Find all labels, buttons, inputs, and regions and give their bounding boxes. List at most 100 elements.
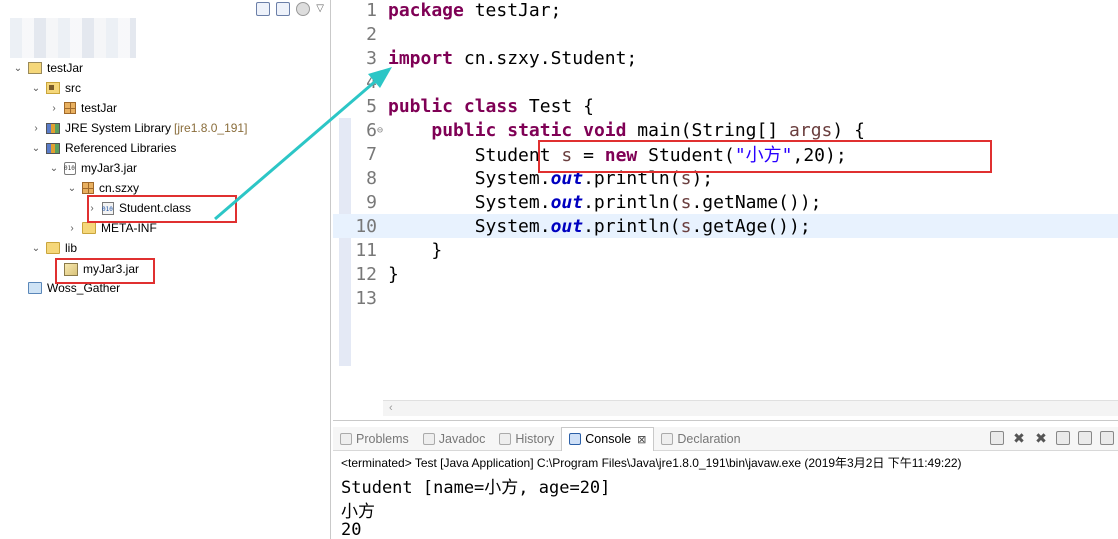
tree-item-decoration: [jre1.8.0_191] [174, 121, 248, 135]
tab-problems[interactable]: Problems [333, 428, 416, 450]
code-line[interactable]: 6 ⊖ public static void main(String[] args… [333, 118, 1118, 142]
line-number: 5 [366, 95, 377, 117]
clear-console-icon[interactable] [1100, 431, 1114, 445]
code-line[interactable]: 3 import cn.szxy.Student; [333, 46, 1118, 70]
tree-item-jre-library[interactable]: › JRE System Library [jre1.8.0_191] [30, 118, 247, 138]
tree-item-referenced-libraries[interactable]: ⌄ Referenced Libraries [30, 138, 177, 158]
line-number: 10 [355, 215, 377, 237]
link-with-editor-icon[interactable] [276, 2, 291, 16]
expand-toggle-icon[interactable]: ⌄ [30, 83, 42, 94]
folder-icon [82, 222, 96, 234]
line-number: 11 [355, 239, 377, 261]
tree-item-package-testjar[interactable]: › testJar [48, 98, 117, 118]
code-line[interactable]: 11 } [333, 238, 1118, 262]
focus-active-task-icon[interactable] [296, 2, 311, 16]
history-icon [499, 432, 512, 445]
expand-toggle-icon[interactable]: ⌄ [30, 243, 42, 254]
line-number: 3 [366, 47, 377, 69]
line-number: 1 [366, 0, 377, 21]
expand-toggle-icon[interactable]: › [48, 103, 60, 114]
tree-item-label: JRE System Library [65, 121, 172, 135]
console-icon [569, 433, 582, 445]
tree-item-label: myJar3.jar [83, 262, 140, 276]
close-tab-icon[interactable]: ⊠ [637, 433, 646, 446]
code-line[interactable]: 7 Student s = new Student("小方",20); [333, 142, 1118, 167]
tree-item-myjar3[interactable]: ⌄ myJar3.jar [48, 158, 137, 178]
line-number: 12 [355, 263, 377, 285]
tab-javadoc[interactable]: Javadoc [416, 428, 493, 450]
word-wrap-icon[interactable] [1078, 431, 1092, 445]
expand-toggle-icon[interactable]: ⌄ [30, 143, 42, 154]
tree-item-meta-inf[interactable]: › META-INF [66, 218, 157, 238]
tree-item-label: Referenced Libraries [65, 141, 177, 155]
jar-icon [64, 161, 76, 175]
class-file-icon [102, 201, 114, 215]
console-status-line: <terminated> Test [Java Application] C:\… [341, 456, 962, 470]
tree-item-label: myJar3.jar [81, 161, 138, 175]
code-line-current[interactable]: 10 System.out.println(s.getAge()); [333, 214, 1118, 238]
collapse-all-icon[interactable] [256, 2, 271, 16]
code-line[interactable]: 5 public class Test { [333, 94, 1118, 118]
tree-item-lib-myjar3[interactable]: myJar3.jar [48, 259, 139, 279]
console-output-line: Student [name=小方, age=20] [341, 478, 611, 498]
tree-item-src[interactable]: ⌄ src [30, 78, 81, 98]
tree-item-student-class[interactable]: › Student.class [86, 198, 191, 218]
console-output-line: 小方 [341, 502, 375, 522]
tab-console[interactable]: Console ⊠ [561, 426, 655, 451]
expand-toggle-icon[interactable]: ⌄ [12, 63, 24, 74]
tree-item-label: testJar [47, 61, 84, 75]
tree-item-label: cn.szxy [99, 181, 140, 195]
tree-item-label: lib [65, 241, 78, 255]
tab-history[interactable]: History [492, 428, 561, 450]
code-editor[interactable]: 1 package testJar; 2 3 import cn.szxy.St… [333, 0, 1118, 420]
project-folder-icon [28, 62, 42, 74]
code-line[interactable]: 8 System.out.println(s); [333, 166, 1118, 190]
source-folder-icon [46, 82, 60, 94]
terminate-icon[interactable] [990, 431, 1004, 445]
working-set-icon [28, 282, 42, 294]
fold-collapse-icon[interactable]: ⊖ [377, 125, 387, 136]
console-view: Problems Javadoc History Console ⊠ Declar… [333, 420, 1118, 539]
code-line[interactable]: 12 } [333, 262, 1118, 286]
tree-item-lib[interactable]: ⌄ lib [30, 238, 77, 258]
tree-item-label: Student.class [119, 201, 192, 215]
code-line[interactable]: 4 [333, 70, 1118, 94]
console-output-line: 20 [341, 520, 362, 539]
expand-toggle-icon[interactable]: › [66, 223, 78, 234]
horizontal-scrollbar[interactable]: ‹ [383, 400, 1118, 416]
line-number: 13 [355, 287, 377, 309]
code-line[interactable]: 1 package testJar; [333, 0, 1118, 22]
library-icon [46, 142, 60, 154]
expand-toggle-icon[interactable]: › [30, 123, 42, 134]
line-number: 9 [366, 191, 377, 213]
code-line[interactable]: 13 [333, 286, 1118, 310]
tree-item-woss-gather[interactable]: Woss_Gather [12, 278, 120, 298]
tree-item-project[interactable]: ⌄ testJar [12, 58, 83, 78]
tree-item-label: META-INF [101, 221, 157, 235]
code-line[interactable]: 2 [333, 22, 1118, 46]
scroll-lock-icon[interactable] [1056, 431, 1070, 445]
tab-declaration[interactable]: Declaration [654, 428, 747, 450]
declaration-icon [661, 432, 674, 445]
expand-toggle-icon[interactable]: ⌄ [66, 183, 78, 194]
view-menu-chevron-icon[interactable]: ▽ [316, 2, 324, 16]
folder-icon [46, 242, 60, 254]
scroll-left-icon[interactable]: ‹ [389, 402, 393, 414]
tree-item-label: src [65, 81, 81, 95]
line-number: 7 [366, 143, 377, 165]
problems-icon [340, 432, 352, 445]
tree-item-label: Woss_Gather [47, 281, 121, 295]
expand-toggle-icon[interactable]: ⌄ [48, 163, 60, 174]
tree-item-package-cn-szxy[interactable]: ⌄ cn.szxy [66, 178, 139, 198]
code-line[interactable]: 9 System.out.println(s.getName()); [333, 190, 1118, 214]
package-icon [82, 182, 94, 194]
package-icon [64, 102, 76, 114]
expand-toggle-icon[interactable]: › [86, 203, 98, 214]
remove-all-terminated-icon[interactable]: ✖ [1034, 431, 1048, 445]
remove-launch-icon[interactable]: ✖ [1012, 431, 1026, 445]
line-number: 8 [366, 167, 377, 189]
blurred-region [10, 18, 136, 58]
jar-library-icon [64, 262, 78, 276]
line-number: 2 [366, 23, 377, 45]
explorer-toolbar: ▽ [256, 0, 324, 18]
